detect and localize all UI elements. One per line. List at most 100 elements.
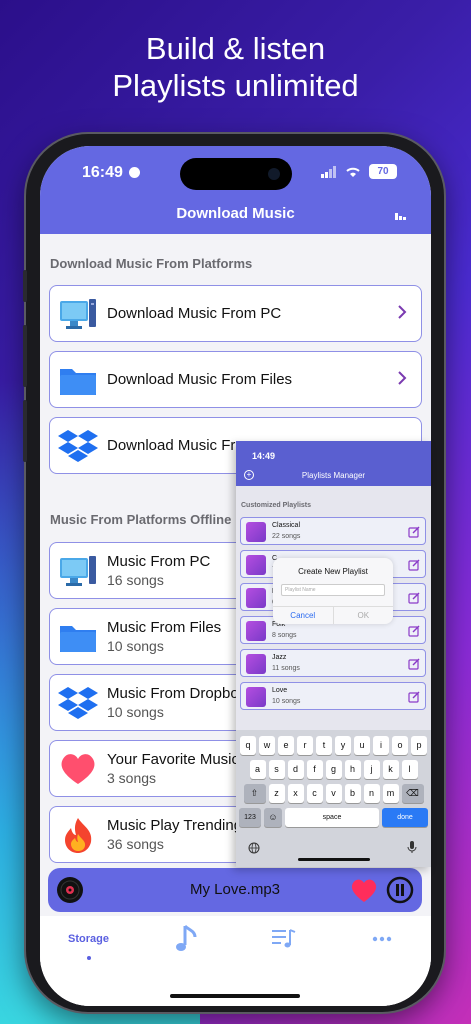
overlay-section-title: Customized Playlists	[241, 502, 312, 509]
download-from-pc-button[interactable]: Download Music From PC	[49, 285, 422, 342]
key-d[interactable]: d	[287, 760, 304, 779]
now-playing-bar[interactable]: My Love.mp3	[48, 868, 422, 912]
key-i[interactable]: i	[373, 736, 389, 755]
headline-line1: Build & listen	[145, 31, 326, 66]
offline-item-label: Music From Files	[107, 619, 222, 636]
delete-key[interactable]: ⌫	[401, 784, 424, 803]
numbers-key[interactable]: 123	[239, 808, 261, 827]
key-l[interactable]: l	[401, 760, 418, 779]
key-u[interactable]: u	[354, 736, 370, 755]
keyboard-row-1: qwertyuiop	[236, 736, 431, 755]
emoji-key[interactable]: ☺	[264, 808, 282, 827]
key-k[interactable]: k	[382, 760, 399, 779]
create-playlist-dialog: Create New Playlist Playlist Name Cancel…	[273, 558, 393, 624]
key-t[interactable]: t	[316, 736, 332, 755]
shift-key[interactable]: ⇧	[243, 784, 266, 803]
home-indicator	[170, 994, 300, 998]
key-b[interactable]: b	[344, 784, 361, 803]
done-key[interactable]: done	[382, 808, 428, 827]
tab-bar: Storage	[40, 916, 431, 1006]
edit-icon[interactable]	[408, 526, 420, 538]
section-offline: Music From Platforms Offline	[50, 512, 232, 527]
key-y[interactable]: y	[335, 736, 351, 755]
key-q[interactable]: q	[240, 736, 256, 755]
space-key[interactable]: space	[285, 808, 379, 827]
cancel-button[interactable]: Cancel	[273, 607, 334, 624]
dynamic-island	[180, 158, 292, 190]
edit-icon[interactable]	[408, 691, 420, 703]
offline-item-label: Your Favorite Music	[107, 751, 239, 768]
offline-item-count: 36 songs	[107, 836, 164, 852]
playlist-name: Jazz	[272, 654, 287, 661]
wifi-icon	[346, 167, 360, 177]
keyboard: qwertyuiop asdfghjkl ⇧ zxcvbnm ⌫ 123 ☺ s…	[236, 730, 431, 867]
ok-button[interactable]: OK	[334, 607, 394, 624]
playlist-name: Classical	[272, 522, 301, 529]
chart-bars-icon[interactable]	[395, 210, 407, 220]
dropbox-icon	[58, 426, 98, 466]
dialog-buttons: Cancel OK	[273, 606, 393, 624]
pause-button[interactable]	[386, 876, 414, 904]
offline-item-count: 16 songs	[107, 572, 164, 588]
overlay-time: 14:49	[252, 451, 276, 461]
phone-volume-up-button	[23, 325, 27, 387]
offline-item-label: Music From PC	[107, 553, 211, 570]
playlist-count: 11 songs	[272, 665, 300, 672]
key-p[interactable]: p	[411, 736, 427, 755]
playlist-music-icon	[246, 687, 266, 707]
key-m[interactable]: m	[382, 784, 399, 803]
offline-item-count: 10 songs	[107, 638, 164, 654]
smile-icon	[129, 167, 141, 179]
microphone-icon[interactable]	[407, 840, 417, 854]
offline-item-count: 10 songs	[107, 704, 164, 720]
offline-item-count: 3 songs	[107, 770, 157, 786]
playlist-icon[interactable]	[272, 928, 296, 950]
key-j[interactable]: j	[363, 760, 380, 779]
playlist-music-icon	[246, 621, 266, 641]
playlist-row[interactable]: Jazz 11 songs	[240, 649, 426, 677]
key-n[interactable]: n	[363, 784, 380, 803]
key-e[interactable]: e	[278, 736, 294, 755]
edit-icon[interactable]	[408, 559, 420, 571]
folder-icon	[58, 360, 98, 400]
tab-storage[interactable]: Storage	[68, 933, 109, 945]
playlist-music-icon	[246, 654, 266, 674]
key-g[interactable]: g	[325, 760, 342, 779]
globe-icon[interactable]	[248, 842, 260, 854]
overlay-header: 14:49 + Playlists Manager	[236, 441, 431, 486]
chevron-right-icon	[398, 371, 407, 385]
key-c[interactable]: c	[306, 784, 323, 803]
status-time: 16:49	[82, 164, 141, 182]
status-time-text: 16:49	[82, 164, 123, 181]
battery-indicator: 70	[369, 164, 397, 179]
section-platforms: Download Music From Platforms	[50, 256, 253, 271]
edit-icon[interactable]	[408, 592, 420, 604]
download-item-label: Download Music From Files	[107, 371, 293, 388]
overlay-title: Playlists Manager	[301, 471, 366, 480]
key-v[interactable]: v	[325, 784, 342, 803]
key-s[interactable]: s	[268, 760, 285, 779]
more-options-icon[interactable]	[372, 936, 392, 942]
key-f[interactable]: f	[306, 760, 323, 779]
phone-mute-button	[23, 270, 27, 302]
edit-icon[interactable]	[408, 625, 420, 637]
playlist-name-input[interactable]: Playlist Name	[281, 584, 385, 596]
chevron-right-icon	[398, 305, 407, 319]
key-w[interactable]: w	[259, 736, 275, 755]
playlists-manager-screenshot: 14:49 + Playlists Manager Customized Pla…	[236, 441, 431, 867]
offline-item-label: Music From Dropbo	[107, 685, 239, 702]
download-from-files-button[interactable]: Download Music From Files	[49, 351, 422, 408]
edit-icon[interactable]	[408, 658, 420, 670]
key-a[interactable]: a	[249, 760, 266, 779]
key-r[interactable]: r	[297, 736, 313, 755]
playlist-row[interactable]: Classical 22 songs	[240, 517, 426, 545]
headline-line2: Playlists unlimited	[112, 68, 359, 103]
key-z[interactable]: z	[268, 784, 285, 803]
key-h[interactable]: h	[344, 760, 361, 779]
favorite-heart-button[interactable]	[350, 878, 378, 903]
key-o[interactable]: o	[392, 736, 408, 755]
key-x[interactable]: x	[287, 784, 304, 803]
music-note-icon[interactable]	[175, 924, 199, 954]
promo-headline: Build & listen Playlists unlimited	[0, 30, 471, 104]
playlist-row[interactable]: Love 10 songs	[240, 682, 426, 710]
